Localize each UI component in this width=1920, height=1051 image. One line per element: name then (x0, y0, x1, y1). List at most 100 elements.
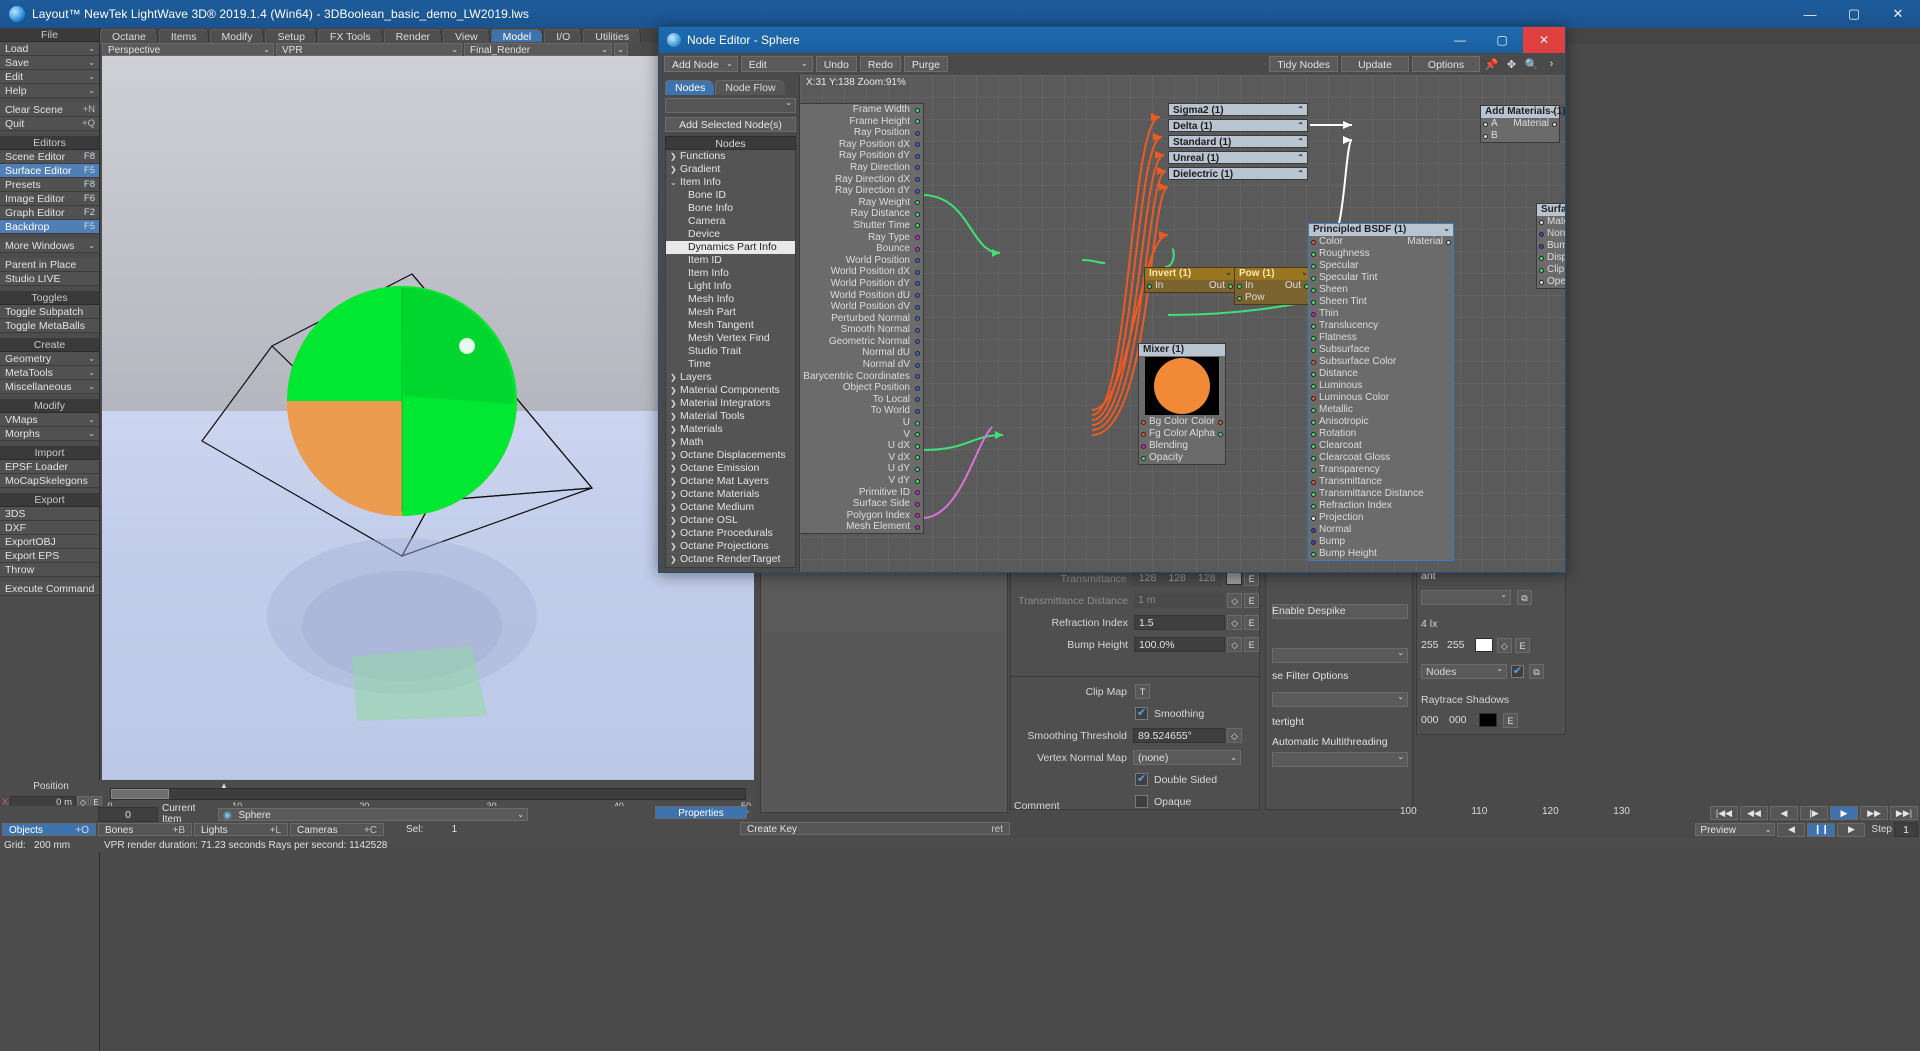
node-tree-item-material-integrators[interactable]: ❯ Material Integrators (666, 397, 795, 410)
node-tree-item-octane-emission[interactable]: ❯ Octane Emission (666, 462, 795, 475)
copy-button[interactable]: ⧉ (1517, 590, 1532, 605)
port-dot-out[interactable] (915, 316, 920, 322)
info-node-output-v[interactable]: V (800, 429, 923, 441)
port-dot-out[interactable] (915, 327, 920, 333)
port-dot-out[interactable] (915, 420, 920, 426)
bsdf-port-subsurface[interactable]: Subsurface (1309, 344, 1453, 356)
port-dot-out[interactable] (915, 223, 920, 229)
surface-row-value[interactable]: 128 (1132, 571, 1163, 586)
port-dot-out[interactable] (915, 246, 920, 252)
bsdf-port-subsurface-color[interactable]: Subsurface Color (1309, 356, 1453, 368)
chevron-up-icon[interactable]: ⌃ (1297, 103, 1304, 116)
chevron-down-icon[interactable]: ⌄ (670, 176, 680, 189)
surface-row-texture-button[interactable]: E (1244, 637, 1260, 652)
mode-button-bones[interactable]: Bones +B (98, 823, 192, 836)
info-node-output-mesh-element[interactable]: Mesh Element (800, 521, 923, 533)
sidebar-item-3ds[interactable]: 3DS (0, 507, 99, 521)
white-color-swatch[interactable] (1475, 638, 1493, 652)
timeline-track[interactable] (110, 788, 746, 800)
node-tree-item-functions[interactable]: ❯ Functions (666, 150, 795, 163)
options-button[interactable]: Options (1412, 56, 1480, 72)
sidebar-item-morphs[interactable]: Morphs ⌄ (0, 427, 99, 441)
chevron-right-icon[interactable]: ❯ (670, 514, 680, 527)
surface-port-normal[interactable]: Normal (1537, 228, 1565, 240)
sidebar-item-execute-command[interactable]: Execute Command (0, 582, 99, 596)
port-dot-out[interactable] (915, 478, 920, 484)
info-node-output-perturbed-normal[interactable]: Perturbed Normal (800, 313, 923, 325)
port-dot-in[interactable] (1311, 372, 1316, 377)
info-node-output-u-dx[interactable]: U dX (800, 440, 923, 452)
bsdf-port-bump-height[interactable]: Bump Height (1309, 548, 1453, 560)
info-node-output-u-dy[interactable]: U dY (800, 463, 923, 475)
render-mode-dropdown[interactable]: VPR ⌄ (276, 42, 462, 56)
node-tree-item-bone-info[interactable]: Bone Info (666, 202, 795, 215)
chevron-right-icon[interactable]: ❯ (670, 150, 680, 163)
info-node-output-polygon-index[interactable]: Polygon Index (800, 510, 923, 522)
node-principled-bsdf-header[interactable]: Principled BSDF (1) ⌄ (1309, 224, 1453, 236)
info-node-output-to-world[interactable]: To World (800, 405, 923, 417)
opaque-checkbox[interactable] (1135, 795, 1148, 808)
bsdf-port-luminous-color[interactable]: Luminous Color (1309, 392, 1453, 404)
bsdf-port-distance[interactable]: Distance (1309, 368, 1453, 380)
sidebar-item-toggle-subpatch[interactable]: Toggle Subpatch (0, 305, 99, 319)
port-dot-in[interactable] (1311, 300, 1316, 305)
node-tree-item-item-info[interactable]: ⌄ Item Info (666, 176, 795, 189)
chevron-up-icon[interactable]: ⌃ (1297, 167, 1304, 180)
info-node-output-primitive-id[interactable]: Primitive ID (800, 487, 923, 499)
info-node-output-u[interactable]: U (800, 417, 923, 429)
transport-first-frame-button[interactable]: |◀◀ (1710, 806, 1738, 820)
node-tree-item-mesh-vertex-find[interactable]: Mesh Vertex Find (666, 332, 795, 345)
port-dot-out[interactable] (915, 397, 920, 403)
sidebar-item-exportobj[interactable]: ExportOBJ (0, 535, 99, 549)
bsdf-port-clearcoat-gloss[interactable]: Clearcoat Gloss (1309, 452, 1453, 464)
clip-map-texture-button[interactable]: T (1135, 684, 1150, 699)
port-dot-out[interactable] (915, 177, 920, 183)
chevron-right-icon[interactable]: ❯ (670, 423, 680, 436)
node-tree-item-material-tools[interactable]: ❯ Material Tools (666, 410, 795, 423)
swatch-envelope-button[interactable]: ◇ (1497, 638, 1512, 653)
option-dropdown-3[interactable]: ⌄ (1272, 752, 1408, 767)
sidebar-item-help[interactable]: Help ⌄ (0, 84, 99, 98)
port-dot-in[interactable] (1311, 516, 1316, 521)
sidebar-item-presets[interactable]: Presets F8 (0, 178, 99, 192)
node-editor-close-button[interactable]: ✕ (1523, 27, 1565, 53)
color-swatch[interactable] (1225, 572, 1243, 585)
bsdf-port-roughness[interactable]: Roughness (1309, 248, 1453, 260)
node-graph-canvas[interactable]: X:31 Y:138 Zoom:91% Frame Width Frame He… (799, 75, 1565, 572)
node-surface-info[interactable]: Frame Width Frame Height Ray Position Ray P… (800, 103, 924, 534)
nodes-edit-button[interactable]: ⧉ (1529, 664, 1544, 679)
bsdf-port-thin[interactable]: Thin (1309, 308, 1453, 320)
port-dot-in[interactable] (1311, 480, 1316, 485)
node-delta[interactable]: Delta (1) ⌃ (1168, 119, 1308, 132)
port-dot-out[interactable] (915, 432, 920, 438)
surface-row-envelope-button[interactable]: ◇ (1227, 615, 1243, 630)
node-tree-scroll-thumb[interactable] (795, 292, 796, 316)
surface-row-texture-button[interactable]: E (1244, 615, 1260, 630)
bsdf-port-anisotropic[interactable]: Anisotropic (1309, 416, 1453, 428)
sidebar-item-more-windows[interactable]: More Windows ⌄ (0, 239, 99, 253)
node-tree-list[interactable]: ❯ Functions ❯ Gradient ⌄ Item Info Bone ID Bone… (665, 150, 796, 568)
node-tree-item-bone-id[interactable]: Bone ID (666, 189, 795, 202)
port-dot-out[interactable] (915, 339, 920, 345)
info-node-output-geometric-normal[interactable]: Geometric Normal (800, 336, 923, 348)
node-search-input[interactable]: ⌄ (665, 98, 796, 113)
info-node-output-frame-width[interactable]: Frame Width (800, 104, 923, 116)
port-dot-out[interactable] (915, 455, 920, 461)
node-tree-item-octane-displacements[interactable]: ❯ Octane Displacements (666, 449, 795, 462)
sidebar-item-save[interactable]: Save ⌄ (0, 56, 99, 70)
camera-dropdown[interactable]: Final_Render ⌄ (464, 42, 612, 56)
bsdf-port-color[interactable]: Color Material (1309, 236, 1453, 248)
edit-dropdown[interactable]: Edit ⌄ (740, 56, 813, 72)
port-dot-out[interactable] (915, 513, 920, 519)
create-key-button[interactable]: Create Key ret (740, 822, 1010, 835)
info-node-output-bounce[interactable]: Bounce (800, 243, 923, 255)
node-tree-item-camera[interactable]: Camera (666, 215, 795, 228)
node-tree-item-studio-trait[interactable]: Studio Trait (666, 345, 795, 358)
surface-port-clip[interactable]: Clip (1537, 264, 1565, 276)
transport-prev-keyframe-button[interactable]: ◀◀ (1740, 806, 1768, 820)
port-dot-in[interactable] (1311, 552, 1316, 557)
port-dot-in[interactable] (1311, 444, 1316, 449)
sidebar-item-graph-editor[interactable]: Graph Editor F2 (0, 206, 99, 220)
surface-row-texture-button[interactable]: E (1244, 571, 1259, 586)
chevron-up-icon[interactable]: ⌃ (1297, 119, 1304, 132)
